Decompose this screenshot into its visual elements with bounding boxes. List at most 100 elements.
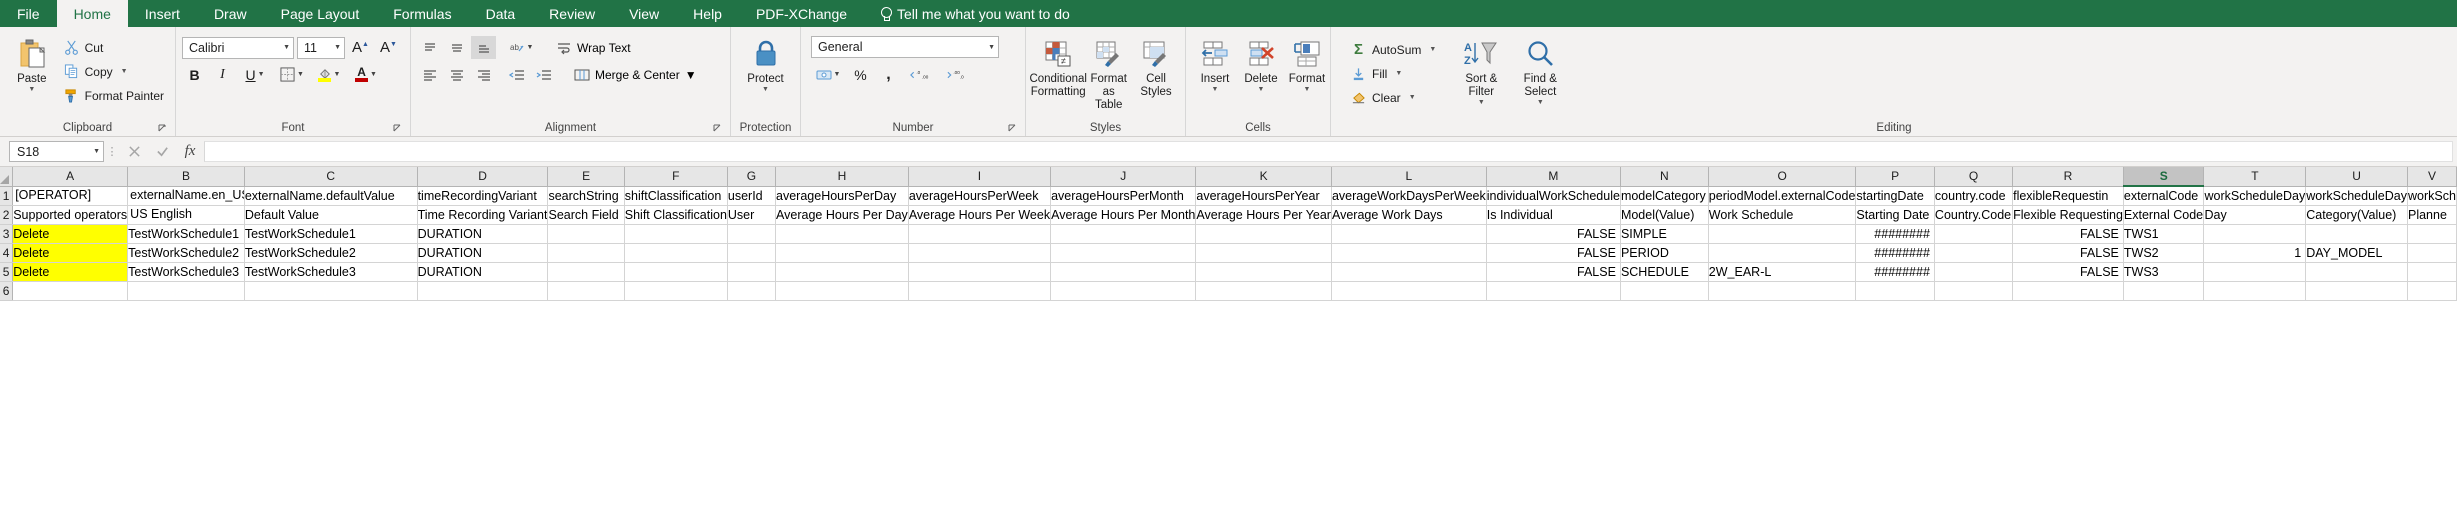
grid-cell-D3[interactable]: DURATION <box>417 224 549 244</box>
align-top-button[interactable] <box>417 36 442 59</box>
paste-caret-icon[interactable]: ▼ <box>28 86 35 93</box>
protect-button[interactable]: Protect ▼ <box>741 34 789 96</box>
column-header-B[interactable]: B <box>127 167 245 187</box>
grid-cell-H1[interactable]: averageHoursPerDay <box>775 186 909 206</box>
increase-font-size-button[interactable]: A▲ <box>348 36 373 59</box>
grid-cell-C3[interactable]: TestWorkSchedule1 <box>244 224 418 244</box>
column-header-Q[interactable]: Q <box>1934 167 2014 187</box>
grid-cell-K6[interactable] <box>1195 281 1332 301</box>
grid-cell-B5[interactable]: TestWorkSchedule3 <box>127 262 245 282</box>
grid-cell-F3[interactable] <box>624 224 728 244</box>
column-header-E[interactable]: E <box>547 167 625 187</box>
grid-cell-R2[interactable]: Flexible Requesting <box>2012 205 2124 225</box>
grid-cell-U4[interactable]: DAY_MODEL <box>2305 243 2408 263</box>
font-color-button[interactable]: A ▼ <box>349 63 383 86</box>
row-header-1[interactable]: 1 <box>0 186 14 206</box>
grid-cell-Q2[interactable]: Country.Code <box>1934 205 2014 225</box>
grid-cell-F2[interactable]: Shift Classification <box>624 205 728 225</box>
grid-cell-G1[interactable]: userId <box>727 186 777 206</box>
conditional-formatting-button[interactable]: ≠ Conditional Formatting <box>1029 34 1087 102</box>
ribbon-tab-review[interactable]: Review <box>532 0 612 27</box>
column-header-K[interactable]: K <box>1195 167 1332 187</box>
column-header-R[interactable]: R <box>2012 167 2124 187</box>
grid-cell-G2[interactable]: User <box>727 205 777 225</box>
ribbon-tab-data[interactable]: Data <box>469 0 533 27</box>
grid-cell-O2[interactable]: Work Schedule <box>1708 205 1857 225</box>
column-header-V[interactable]: V <box>2407 167 2457 187</box>
decrease-indent-button[interactable] <box>504 63 529 86</box>
grid-cell-A5[interactable]: Delete <box>12 262 129 282</box>
column-header-H[interactable]: H <box>775 167 909 187</box>
grid-cell-F4[interactable] <box>624 243 728 263</box>
grid-cell-J3[interactable] <box>1050 224 1197 244</box>
grid-cell-U6[interactable] <box>2305 281 2408 301</box>
grid-cell-Q4[interactable] <box>1934 243 2014 263</box>
align-left-button[interactable] <box>417 63 442 86</box>
column-header-I[interactable]: I <box>908 167 1052 187</box>
formula-bar-grip[interactable]: ⋮ <box>104 145 120 158</box>
grid-cell-F6[interactable] <box>624 281 728 301</box>
grid-cell-Q6[interactable] <box>1934 281 2014 301</box>
grid-cell-S5[interactable]: TWS3 <box>2123 262 2205 282</box>
row-header-2[interactable]: 2 <box>0 205 14 225</box>
ribbon-tab-page-layout[interactable]: Page Layout <box>264 0 377 27</box>
format-cells-button[interactable]: Format ▼ <box>1284 34 1330 96</box>
grid-cell-E6[interactable] <box>547 281 625 301</box>
grid-cell-G5[interactable] <box>727 262 777 282</box>
grid-cell-O5[interactable]: 2W_EAR-L <box>1708 262 1857 282</box>
chevron-down-icon[interactable]: ▼ <box>1478 99 1485 106</box>
grid-cell-L5[interactable] <box>1331 262 1487 282</box>
grid-cell-T3[interactable] <box>2203 224 2307 244</box>
percent-style-button[interactable]: % <box>848 63 873 86</box>
name-box[interactable]: S18 ▼ <box>9 141 104 162</box>
grid-cell-V1[interactable]: workSch <box>2407 186 2457 206</box>
align-right-button[interactable] <box>471 63 496 86</box>
row-header-6[interactable]: 6 <box>0 281 14 301</box>
grid-cell-E3[interactable] <box>547 224 625 244</box>
grid-cell-R6[interactable] <box>2012 281 2124 301</box>
ribbon-tab-formulas[interactable]: Formulas <box>376 0 468 27</box>
row-header-5[interactable]: 5 <box>0 262 14 282</box>
grid-cell-M4[interactable]: FALSE <box>1486 243 1621 263</box>
cell-styles-button[interactable]: Cell Styles <box>1133 34 1179 102</box>
grid-cell-M5[interactable]: FALSE <box>1486 262 1621 282</box>
grid-cell-B6[interactable] <box>127 281 245 301</box>
column-header-N[interactable]: N <box>1620 167 1709 187</box>
grid-cell-Q3[interactable] <box>1934 224 2014 244</box>
grid-cell-D4[interactable]: DURATION <box>417 243 549 263</box>
grid-cell-D6[interactable] <box>417 281 549 301</box>
ribbon-tab-pdf-xchange[interactable]: PDF-XChange <box>739 0 864 27</box>
grid-cell-K4[interactable] <box>1195 243 1332 263</box>
column-header-S[interactable]: S <box>2123 167 2205 187</box>
grid-cell-E1[interactable]: searchString <box>547 186 625 206</box>
clipboard-dialog-launcher[interactable] <box>158 124 168 134</box>
number-dialog-launcher[interactable] <box>1008 124 1018 134</box>
column-header-A[interactable]: A <box>12 167 129 187</box>
grid-cell-S4[interactable]: TWS2 <box>2123 243 2205 263</box>
grid-cell-A4[interactable]: Delete <box>12 243 129 263</box>
grid-cell-H6[interactable] <box>775 281 909 301</box>
grid-cell-I4[interactable] <box>908 243 1052 263</box>
grid-cell-L1[interactable]: averageWorkDaysPerWeek <box>1331 186 1487 206</box>
grid-cell-L2[interactable]: Average Work Days <box>1331 205 1487 225</box>
grid-cell-H2[interactable]: Average Hours Per Day <box>775 205 909 225</box>
grid-cell-I3[interactable] <box>908 224 1052 244</box>
grid-cell-S3[interactable]: TWS1 <box>2123 224 2205 244</box>
font-family-select[interactable]: Calibri ▼ <box>182 36 294 59</box>
font-dialog-launcher[interactable] <box>393 124 403 134</box>
grid-cell-E4[interactable] <box>547 243 625 263</box>
decrease-decimal-button[interactable]: .00.0 <box>941 63 975 86</box>
grid-cell-E2[interactable]: Search Field <box>547 205 625 225</box>
grid-cell-U3[interactable] <box>2305 224 2408 244</box>
grid-cell-R3[interactable]: FALSE <box>2012 224 2124 244</box>
select-all-corner[interactable] <box>0 167 14 187</box>
grid-cell-K5[interactable] <box>1195 262 1332 282</box>
cancel-entry-button[interactable] <box>120 141 148 162</box>
column-header-J[interactable]: J <box>1050 167 1197 187</box>
grid-cell-O4[interactable] <box>1708 243 1857 263</box>
align-middle-button[interactable] <box>444 36 469 59</box>
grid-cell-I5[interactable] <box>908 262 1052 282</box>
column-header-P[interactable]: P <box>1855 167 1935 187</box>
grid-cell-V3[interactable] <box>2407 224 2457 244</box>
column-header-L[interactable]: L <box>1331 167 1487 187</box>
